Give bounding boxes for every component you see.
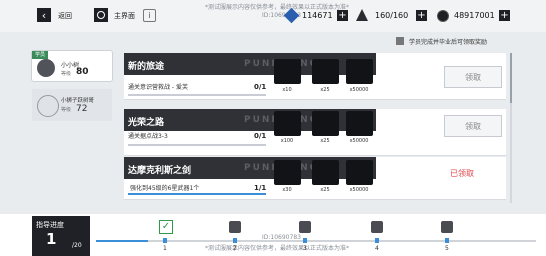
- home-icon: [97, 11, 105, 19]
- task-card: 新的旅途 PUNISHING 通关意识营救战 - 爱芙 0/1 x10 x25 …: [124, 53, 506, 100]
- node-marker: [163, 238, 167, 243]
- node-marker: [303, 238, 307, 243]
- node-number: 1: [163, 245, 167, 252]
- level-value: 80: [76, 67, 89, 77]
- top-bar: ‹ 返回 主界面 i *测试服展示内容仅供参考，最终效果以正式版本为准* ID:…: [0, 0, 546, 32]
- back-button[interactable]: ‹: [37, 8, 51, 22]
- progress-label: 指导进度: [36, 221, 64, 229]
- claim-button[interactable]: 领取: [444, 66, 502, 88]
- black-card-icon[interactable]: [312, 111, 339, 136]
- ticket-icon[interactable]: [274, 111, 301, 136]
- chevron-left-icon: ‹: [41, 8, 47, 22]
- task-card: 光荣之路 PUNISHING 通关据点战3-3 0/1 x100 x25 x50…: [124, 109, 506, 156]
- avatar: [37, 95, 59, 117]
- reward-chest-icon[interactable]: [229, 221, 241, 233]
- node-marker: [233, 238, 237, 243]
- coin-value: 48917001: [454, 11, 495, 20]
- task-title: 光荣之路: [128, 118, 165, 128]
- reward-chest-icon[interactable]: [371, 221, 383, 233]
- node-number: 2: [233, 245, 237, 252]
- task-progress: 0/1: [254, 132, 267, 140]
- stamina-value: 160/160: [375, 11, 409, 20]
- task-progress: 0/1: [254, 83, 267, 91]
- task-progress: 1/1: [254, 184, 267, 192]
- watermark-top: *测试服展示内容仅供参考，最终效果以正式版本为准*: [205, 4, 350, 11]
- node-marker: [445, 238, 449, 243]
- watermark-bottom: *测试服展示内容仅供参考，最终效果以正式版本为准*: [205, 245, 350, 252]
- reward-count: x25: [320, 138, 330, 144]
- add-coin-button[interactable]: +: [499, 10, 510, 21]
- reward-count: x10: [282, 87, 292, 93]
- add-stamina-button[interactable]: +: [416, 10, 427, 21]
- node-number: 5: [445, 245, 449, 252]
- reward-count: x100: [280, 138, 294, 144]
- back-label: 返回: [58, 12, 72, 20]
- task-desc: 强化到45级的6星武器1个: [130, 185, 200, 192]
- coin-icon: [437, 10, 449, 22]
- reward-chest-icon[interactable]: [441, 221, 453, 233]
- task-card: 达摩克利斯之剑 PUNISHING 强化到45级的6星武器1个 1/1 x30 …: [124, 157, 506, 200]
- progress-current: 1: [46, 230, 57, 248]
- avatar: [37, 59, 55, 77]
- home-label: 主界面: [114, 12, 135, 20]
- progress-track: [96, 240, 536, 242]
- ticket-icon[interactable]: [274, 160, 301, 185]
- reward-count: x50000: [349, 138, 369, 144]
- task-title: 达摩克利斯之剑: [128, 166, 192, 176]
- level-value: 72: [76, 104, 88, 114]
- black-card-icon[interactable]: [312, 160, 339, 185]
- student-card[interactable]: 小狮子跃树哥 等级 72: [32, 89, 112, 121]
- gem-value: 114671: [302, 11, 333, 20]
- checkmark-icon[interactable]: ✓: [159, 220, 173, 234]
- progress-box: 指导进度 1 /20: [32, 216, 90, 256]
- task-progress-bar: [128, 193, 266, 195]
- level-label: 等级: [61, 71, 72, 77]
- claim-button[interactable]: 领取: [444, 115, 502, 137]
- reward-chest-icon[interactable]: [299, 221, 311, 233]
- scrollbar-thumb[interactable]: [510, 53, 512, 103]
- task-title: 新的旅途: [128, 62, 165, 72]
- node-number: 3: [303, 245, 307, 252]
- reward-count: x50000: [349, 187, 369, 193]
- coin-pouch-icon[interactable]: [346, 160, 373, 185]
- task-desc: 通关据点战3-3: [128, 133, 168, 140]
- reward-count: x25: [320, 87, 330, 93]
- reward-count: x30: [282, 187, 292, 193]
- student-card-selected[interactable]: 学员 小小树 等级 80: [32, 51, 112, 81]
- add-gem-button[interactable]: +: [337, 10, 348, 21]
- stamina-icon: [356, 9, 368, 21]
- task-desc: 通关意识营救战 - 爱芙: [128, 84, 188, 91]
- student-name: 小狮子跃树哥: [61, 98, 95, 104]
- guidance-progress-panel: 指导进度 1 /20 ID:10690783 *测试服展示内容仅供参考，最终效果…: [0, 214, 546, 256]
- student-tag: 学员: [32, 51, 48, 59]
- scrollbar[interactable]: [510, 53, 512, 203]
- notice-icon: [396, 37, 404, 45]
- black-card-icon[interactable]: [312, 59, 339, 84]
- task-progress-bar: [128, 144, 266, 146]
- node-number: 4: [375, 245, 379, 252]
- claimed-status: 已领取: [450, 169, 474, 178]
- coin-pouch-icon[interactable]: [346, 59, 373, 84]
- ticket-icon[interactable]: [274, 59, 301, 84]
- level-label: 等级: [61, 107, 72, 113]
- progress-fill: [96, 240, 148, 242]
- coin-pouch-icon[interactable]: [346, 111, 373, 136]
- progress-total: /20: [72, 242, 82, 249]
- info-icon[interactable]: i: [143, 9, 156, 22]
- home-button[interactable]: [94, 8, 108, 22]
- node-marker: [375, 238, 379, 243]
- reward-count: x50000: [349, 87, 369, 93]
- task-progress-bar: [128, 94, 266, 96]
- reward-count: x25: [320, 187, 330, 193]
- graduation-notice: 学员完成并毕业后可领取奖励: [409, 39, 488, 46]
